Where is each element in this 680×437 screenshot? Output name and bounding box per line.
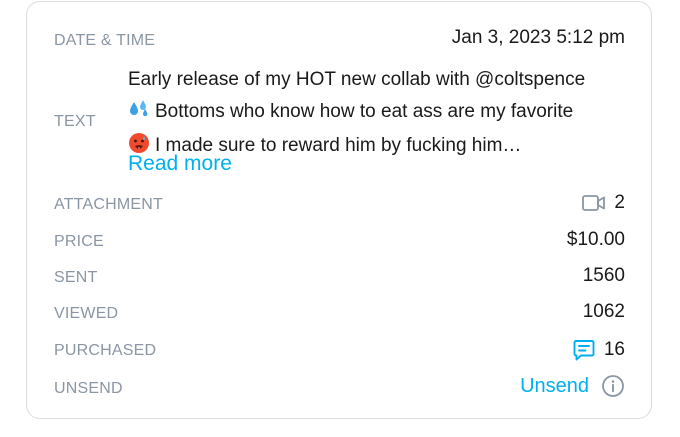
message-text-line-2-text: Bottoms who know how to eat ass are my f… <box>155 100 574 122</box>
message-text-line-2: Bottoms who know how to eat ass are my f… <box>128 96 628 131</box>
attachment-count: 2 <box>614 192 625 213</box>
date-time-label: DATE & TIME <box>54 32 156 49</box>
attachment-value: 2 <box>582 192 625 214</box>
sent-value: 1560 <box>582 265 625 286</box>
read-more-link[interactable]: Read more <box>128 152 232 176</box>
video-camera-icon <box>582 194 606 212</box>
viewed-label: VIEWED <box>54 305 119 322</box>
unsend-value: Unsend <box>520 374 625 398</box>
message-text: Early release of my HOT new collab with … <box>128 64 628 165</box>
message-stats-card: DATE & TIME Jan 3, 2023 5:12 pm TEXT Ear… <box>26 1 652 419</box>
date-time-value: Jan 3, 2023 5:12 pm <box>451 27 625 48</box>
price-label: PRICE <box>54 233 104 250</box>
unsend-button[interactable]: Unsend <box>520 375 589 398</box>
unsend-label: UNSEND <box>54 380 123 397</box>
viewed-value: 1062 <box>582 301 625 322</box>
text-label: TEXT <box>54 113 96 130</box>
message-text-line-1: Early release of my HOT new collab with … <box>128 69 586 90</box>
sweat-droplets-icon <box>128 98 150 131</box>
purchased-count: 16 <box>603 339 625 360</box>
sent-label: SENT <box>54 269 98 286</box>
purchased-label: PURCHASED <box>54 342 157 359</box>
price-value: $10.00 <box>566 229 625 250</box>
info-icon[interactable] <box>601 374 625 398</box>
purchased-value: 16 <box>572 338 625 362</box>
message-list-icon[interactable] <box>572 338 596 362</box>
attachment-label: ATTACHMENT <box>54 196 163 213</box>
